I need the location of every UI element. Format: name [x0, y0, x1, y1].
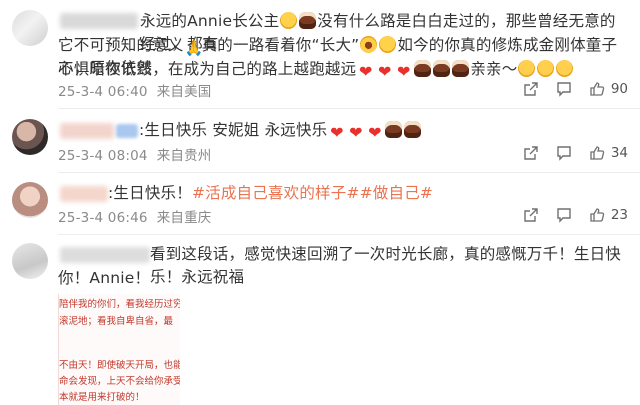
- username-blurred[interactable]: [60, 123, 114, 139]
- comment-location: 来自贵州: [156, 148, 212, 164]
- heart-emoji-icon: ❤: [368, 123, 382, 142]
- like-count: 23: [610, 207, 628, 223]
- comment-button[interactable]: [556, 207, 572, 223]
- comment-date: 25-3-4 06:40: [58, 84, 148, 100]
- share-button[interactable]: [523, 81, 539, 97]
- comment-icon: [557, 208, 571, 223]
- comment-icon: [557, 146, 571, 161]
- comment-date: 25-3-4 06:46: [58, 210, 148, 226]
- like-button[interactable]: 23: [589, 207, 628, 223]
- comment-text: :生日快乐！#活成自己喜欢的样子##做自己#: [108, 184, 434, 202]
- image-text-line: 不由天！即使破天开局，也能: [59, 360, 180, 371]
- topic-link[interactable]: #活成自己喜欢的样子#: [192, 184, 360, 202]
- username-blurred[interactable]: [60, 186, 108, 202]
- cake-emoji-icon: [404, 121, 422, 138]
- comment-location: 来自美国: [156, 84, 212, 100]
- divider: [58, 234, 640, 235]
- divider: [58, 172, 640, 173]
- share-icon: [524, 82, 538, 96]
- image-text-line: 滚泥地；看我自卑自省，最: [59, 316, 174, 327]
- comment-image[interactable]: 陪伴我的你们，看我经历过穷 滚泥地；看我自卑自省，最 不由天！即使破天开局，也能…: [58, 294, 180, 405]
- comment-date: 25-3-4 08:04: [58, 148, 148, 164]
- comment-text: :生日快乐 安妮姐 永远快乐 ❤ ❤ ❤: [139, 119, 629, 142]
- comment-text-line: 不惧暗夜诋毁，在成为自己的路上越跑越远 ❤ ❤ ❤ 亲亲～: [58, 58, 633, 81]
- username-blurred[interactable]: [60, 13, 138, 29]
- like-icon: [590, 146, 604, 160]
- comment-actions: 90: [523, 80, 628, 98]
- comment-icon: [557, 82, 571, 97]
- grin-emoji-icon: [379, 36, 397, 53]
- kiss-emoji-icon: [518, 60, 536, 77]
- cake-emoji-icon: [299, 12, 317, 29]
- kiss-emoji-icon: [537, 60, 555, 77]
- comment-meta: 25-3-4 06:46 来自重庆: [58, 206, 212, 226]
- comment-meta: 25-3-4 06:40 来自美国: [58, 80, 212, 100]
- comment-meta: 25-3-4 08:04 来自贵州: [58, 144, 212, 164]
- user-badge: [116, 124, 138, 138]
- like-button[interactable]: 34: [589, 145, 628, 161]
- image-text-line: 陪伴我的你们，看我经历过穷: [59, 299, 180, 310]
- share-button[interactable]: [523, 207, 539, 223]
- heart-emoji-icon: ❤: [359, 62, 373, 81]
- comment-button[interactable]: [556, 145, 572, 161]
- comment-actions: 34: [523, 144, 628, 162]
- comment-location: 来自重庆: [156, 210, 212, 226]
- grin-emoji-icon: [280, 12, 298, 29]
- laugh-emoji-icon: [360, 36, 378, 53]
- cake-emoji-icon: [385, 121, 403, 138]
- heart-emoji-icon: ❤: [397, 62, 411, 81]
- like-icon: [590, 82, 604, 96]
- topic-link[interactable]: #做自己#: [360, 184, 433, 202]
- username-blurred[interactable]: [60, 247, 150, 263]
- comment-button[interactable]: [556, 81, 572, 97]
- avatar[interactable]: [12, 243, 48, 279]
- pray-emoji-icon: 🙏: [184, 39, 204, 57]
- share-icon: [524, 208, 538, 222]
- kiss-emoji-icon: [556, 60, 574, 77]
- cake-emoji-icon: [414, 60, 432, 77]
- avatar[interactable]: [12, 182, 48, 218]
- like-button[interactable]: 90: [589, 81, 628, 97]
- divider: [58, 108, 640, 109]
- like-icon: [590, 208, 604, 222]
- share-button[interactable]: [523, 145, 539, 161]
- like-count: 34: [610, 145, 628, 161]
- heart-emoji-icon: ❤: [349, 123, 363, 142]
- cake-emoji-icon: [433, 60, 451, 77]
- avatar[interactable]: [12, 10, 48, 46]
- comment-actions: 23: [523, 206, 628, 224]
- heart-emoji-icon: ❤: [330, 123, 344, 142]
- comment-text-line: 你！Annie！: [58, 269, 151, 287]
- like-count: 90: [610, 81, 628, 97]
- image-text-line: 本就是用来打破的！: [59, 392, 145, 403]
- cake-emoji-icon: [452, 60, 470, 77]
- avatar[interactable]: [12, 119, 48, 155]
- image-text-line: 命会发现，上天不会给你承受: [59, 376, 180, 387]
- share-icon: [524, 146, 538, 160]
- heart-emoji-icon: ❤: [378, 62, 392, 81]
